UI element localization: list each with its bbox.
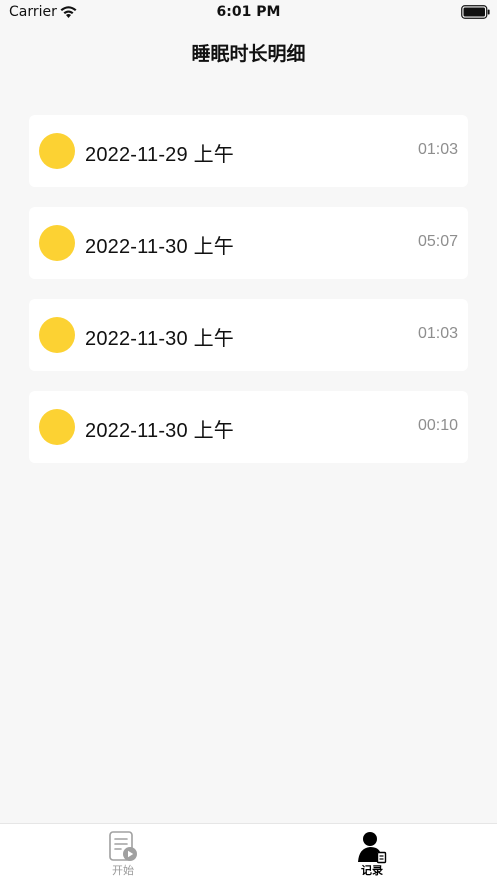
page-title: 睡眠时长明细 xyxy=(191,43,306,65)
record-card[interactable]: 2022-11-30 上午 05:07 xyxy=(29,207,468,279)
battery-icon xyxy=(461,5,490,19)
record-card[interactable]: 2022-11-30 上午 01:03 xyxy=(29,299,468,371)
sun-dot-icon xyxy=(39,133,75,169)
sun-dot-icon xyxy=(39,317,75,353)
tab-start-label: 开始 xyxy=(112,864,134,877)
status-bar: Carrier 6:01 PM xyxy=(0,0,497,26)
sun-dot-icon xyxy=(39,409,75,445)
person-record-icon xyxy=(358,832,387,864)
status-time: 6:01 PM xyxy=(216,4,281,20)
record-date: 2022-11-29 上午 xyxy=(85,144,234,166)
document-play-icon xyxy=(109,831,137,861)
tab-start[interactable]: 开始 xyxy=(93,830,153,877)
record-card[interactable]: 2022-11-30 上午 00:10 xyxy=(29,391,468,463)
sleep-record-list: 2022-11-29 上午 01:03 2022-11-30 上午 05:07 … xyxy=(29,115,468,483)
record-duration: 00:10 xyxy=(417,417,458,434)
tab-records-label: 记录 xyxy=(361,864,383,877)
record-duration: 01:03 xyxy=(417,141,458,158)
record-date: 2022-11-30 上午 xyxy=(85,236,234,258)
record-duration: 01:03 xyxy=(417,325,458,342)
record-date: 2022-11-30 上午 xyxy=(85,328,234,350)
record-card[interactable]: 2022-11-29 上午 01:03 xyxy=(29,115,468,187)
tab-records[interactable]: 记录 xyxy=(342,830,402,877)
sun-dot-icon xyxy=(39,225,75,261)
tab-bar: 开始 记录 xyxy=(0,823,497,884)
record-duration: 05:07 xyxy=(417,233,458,250)
record-date: 2022-11-30 上午 xyxy=(85,420,234,442)
